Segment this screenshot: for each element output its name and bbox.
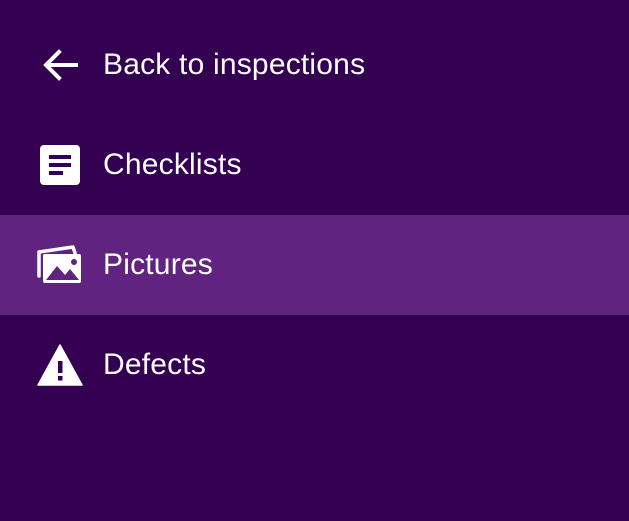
nav-item-back-to-inspections[interactable]: Back to inspections bbox=[0, 15, 629, 115]
arrow-back-icon bbox=[37, 42, 83, 88]
nav-item-checklists[interactable]: Checklists bbox=[0, 115, 629, 215]
nav-item-label: Back to inspections bbox=[103, 48, 366, 81]
document-icon bbox=[37, 142, 83, 188]
navigation-menu: Back to inspections Checklists Pictures bbox=[0, 15, 629, 415]
nav-item-label: Defects bbox=[103, 348, 207, 381]
nav-item-label: Pictures bbox=[103, 248, 213, 281]
warning-icon bbox=[37, 342, 83, 388]
nav-item-defects[interactable]: Defects bbox=[0, 315, 629, 415]
photo-library-icon bbox=[37, 242, 83, 288]
nav-item-label: Checklists bbox=[103, 148, 242, 181]
nav-item-pictures[interactable]: Pictures bbox=[0, 215, 629, 315]
